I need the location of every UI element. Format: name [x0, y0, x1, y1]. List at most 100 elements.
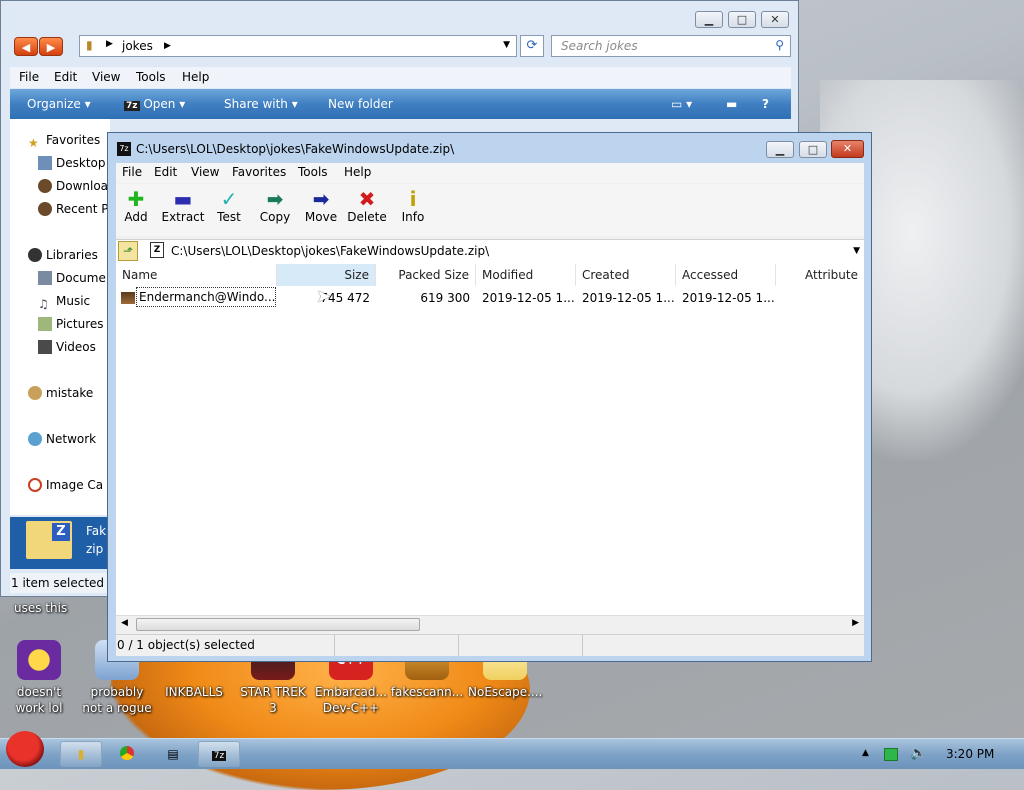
col-attribute[interactable]: Attribute	[776, 264, 864, 286]
delete-button[interactable]: ✖ Delete	[343, 184, 391, 236]
7zip-title: C:\Users\LOL\Desktop\jokes\FakeWindowsUp…	[136, 142, 455, 156]
path-dropdown-icon[interactable]: ▼	[853, 246, 860, 256]
scroll-left-icon[interactable]: ◀	[121, 618, 128, 628]
search-input[interactable]: Search jokes ⚲	[551, 35, 791, 57]
info-button[interactable]: i Info	[389, 184, 437, 236]
taskbar-explorer-button[interactable]: ▮	[60, 741, 102, 767]
desktop-icon	[38, 156, 52, 170]
add-button[interactable]: ✚ Add	[112, 184, 160, 236]
address-bar[interactable]: ▮ ▶ jokes ▶ ▼	[79, 35, 517, 57]
nav-videos[interactable]: Videos	[38, 340, 96, 360]
nav-documents[interactable]: Docume	[38, 271, 106, 291]
nav-favorites[interactable]: ★ Favorites	[28, 133, 100, 153]
menu-edit[interactable]: Edit	[54, 70, 77, 84]
7zip-maximize-button[interactable]: □	[799, 141, 827, 158]
zip-menu-help[interactable]: Help	[344, 165, 371, 179]
preview-pane-icon[interactable]: ▬	[726, 97, 737, 111]
mouse-cursor-icon: ➤	[316, 286, 332, 307]
videos-icon	[38, 340, 52, 354]
chevron-right-icon: ▶	[164, 41, 171, 51]
view-options-icon[interactable]: ▭ ▾	[671, 97, 692, 111]
nav-downloads[interactable]: Downloa	[38, 179, 108, 199]
pictures-icon	[38, 317, 52, 331]
scroll-right-icon[interactable]: ▶	[852, 618, 859, 628]
table-row[interactable]: Endermanch@Windo... 745 472 619 300 2019…	[116, 287, 864, 309]
7zip-path-text[interactable]: C:\Users\LOL\Desktop\jokes\FakeWindowsUp…	[171, 244, 489, 258]
horizontal-scrollbar[interactable]: ◀ ▶	[116, 615, 864, 633]
nav-image-catalog[interactable]: Image Ca	[28, 478, 103, 498]
col-created[interactable]: Created	[576, 264, 676, 286]
nav-pictures[interactable]: Pictures	[38, 317, 104, 337]
column-header: Name Size Packed Size Modified Created A…	[116, 264, 864, 287]
tray-chevron-up-icon[interactable]: ▲	[862, 748, 869, 758]
7zip-menubar: File Edit View Favorites Tools Help	[116, 163, 864, 183]
7zip-minimize-button[interactable]: ▁	[766, 141, 794, 158]
refresh-icon[interactable]: ⟳	[520, 35, 544, 57]
folder-icon: ▮	[86, 38, 93, 52]
row-packed: 619 300	[420, 291, 470, 305]
minimize-button[interactable]: ▁	[695, 11, 723, 28]
chevron-down-icon[interactable]: ▼	[503, 40, 510, 50]
nav-libraries[interactable]: Libraries	[28, 248, 98, 268]
explorer-status-text: 1 item selected	[11, 576, 105, 590]
volume-icon[interactable]: 🔈	[910, 746, 926, 761]
help-icon[interactable]: ?	[762, 97, 769, 111]
7zip-status-bar: 0 / 1 object(s) selected	[116, 634, 864, 656]
clock[interactable]: 3:20 PM	[946, 747, 994, 761]
menu-file[interactable]: File	[19, 70, 39, 84]
selected-file-ext: zip	[86, 542, 104, 556]
menu-help[interactable]: Help	[182, 70, 209, 84]
open-button[interactable]: 7z Open ▾	[124, 97, 185, 111]
explorer-menubar: File Edit View Tools Help	[10, 67, 791, 88]
documents-icon	[38, 271, 52, 285]
yahoo-messenger-icon	[17, 640, 61, 680]
share-with-button[interactable]: Share with ▾	[224, 97, 298, 111]
col-accessed[interactable]: Accessed	[676, 264, 776, 286]
col-packed-size[interactable]: Packed Size	[376, 264, 476, 286]
test-button[interactable]: ✓ Test	[205, 184, 253, 236]
image-catalog-icon	[28, 478, 42, 492]
col-name[interactable]: Name	[116, 264, 277, 286]
move-button[interactable]: ➡ Move	[297, 184, 345, 236]
search-icon[interactable]: ⚲	[775, 38, 784, 52]
forward-icon[interactable]: ▶	[39, 37, 63, 56]
nav-mistake[interactable]: mistake	[28, 386, 93, 406]
chrome-icon	[120, 746, 134, 760]
zip-menu-tools[interactable]: Tools	[298, 165, 328, 179]
start-button[interactable]	[6, 731, 44, 767]
zip-folder-icon: Z	[26, 521, 72, 559]
taskbar-explorer-window-button[interactable]: ▤	[152, 741, 194, 767]
maximize-button[interactable]: □	[728, 11, 756, 28]
extract-button[interactable]: ▬ Extract	[159, 184, 207, 236]
nav-desktop[interactable]: Desktop	[38, 156, 106, 176]
explorer-command-bar: Organize ▾ 7z Open ▾ Share with ▾ New fo…	[10, 89, 791, 119]
up-folder-icon[interactable]: ⬏	[118, 241, 138, 261]
nav-network[interactable]: Network	[28, 432, 96, 452]
menu-view[interactable]: View	[92, 70, 120, 84]
zip-menu-favorites[interactable]: Favorites	[232, 165, 286, 179]
new-folder-button[interactable]: New folder	[328, 97, 393, 111]
close-button[interactable]: ✕	[761, 11, 789, 28]
zip-menu-view[interactable]: View	[191, 165, 219, 179]
desktop-icon-yahoo[interactable]: doesn't work lol	[2, 640, 76, 716]
col-size[interactable]: Size	[277, 264, 376, 286]
taskbar-7zip-button[interactable]: 7z	[198, 741, 240, 767]
battery-icon[interactable]	[884, 748, 898, 761]
zip-menu-edit[interactable]: Edit	[154, 165, 177, 179]
search-placeholder: Search jokes	[561, 39, 638, 53]
copy-button[interactable]: ➡ Copy	[251, 184, 299, 236]
nav-music[interactable]: ♫ Music	[38, 294, 90, 314]
explorer-status-bar: 1 item selected	[10, 573, 110, 593]
back-icon[interactable]: ◀	[14, 37, 38, 56]
col-modified[interactable]: Modified	[476, 264, 576, 286]
scrollbar-thumb[interactable]	[136, 618, 420, 631]
7zip-close-button[interactable]: ✕	[831, 140, 864, 158]
nav-recent[interactable]: Recent P	[38, 202, 109, 222]
7zip-status-text: 0 / 1 object(s) selected	[117, 638, 255, 652]
organize-button[interactable]: Organize ▾	[27, 97, 91, 111]
zip-menu-file[interactable]: File	[122, 165, 142, 179]
menu-tools[interactable]: Tools	[136, 70, 166, 84]
taskbar-chrome-button[interactable]	[106, 741, 148, 767]
selected-file-item[interactable]: Z Fak zip	[10, 517, 110, 569]
libraries-icon	[28, 248, 42, 262]
